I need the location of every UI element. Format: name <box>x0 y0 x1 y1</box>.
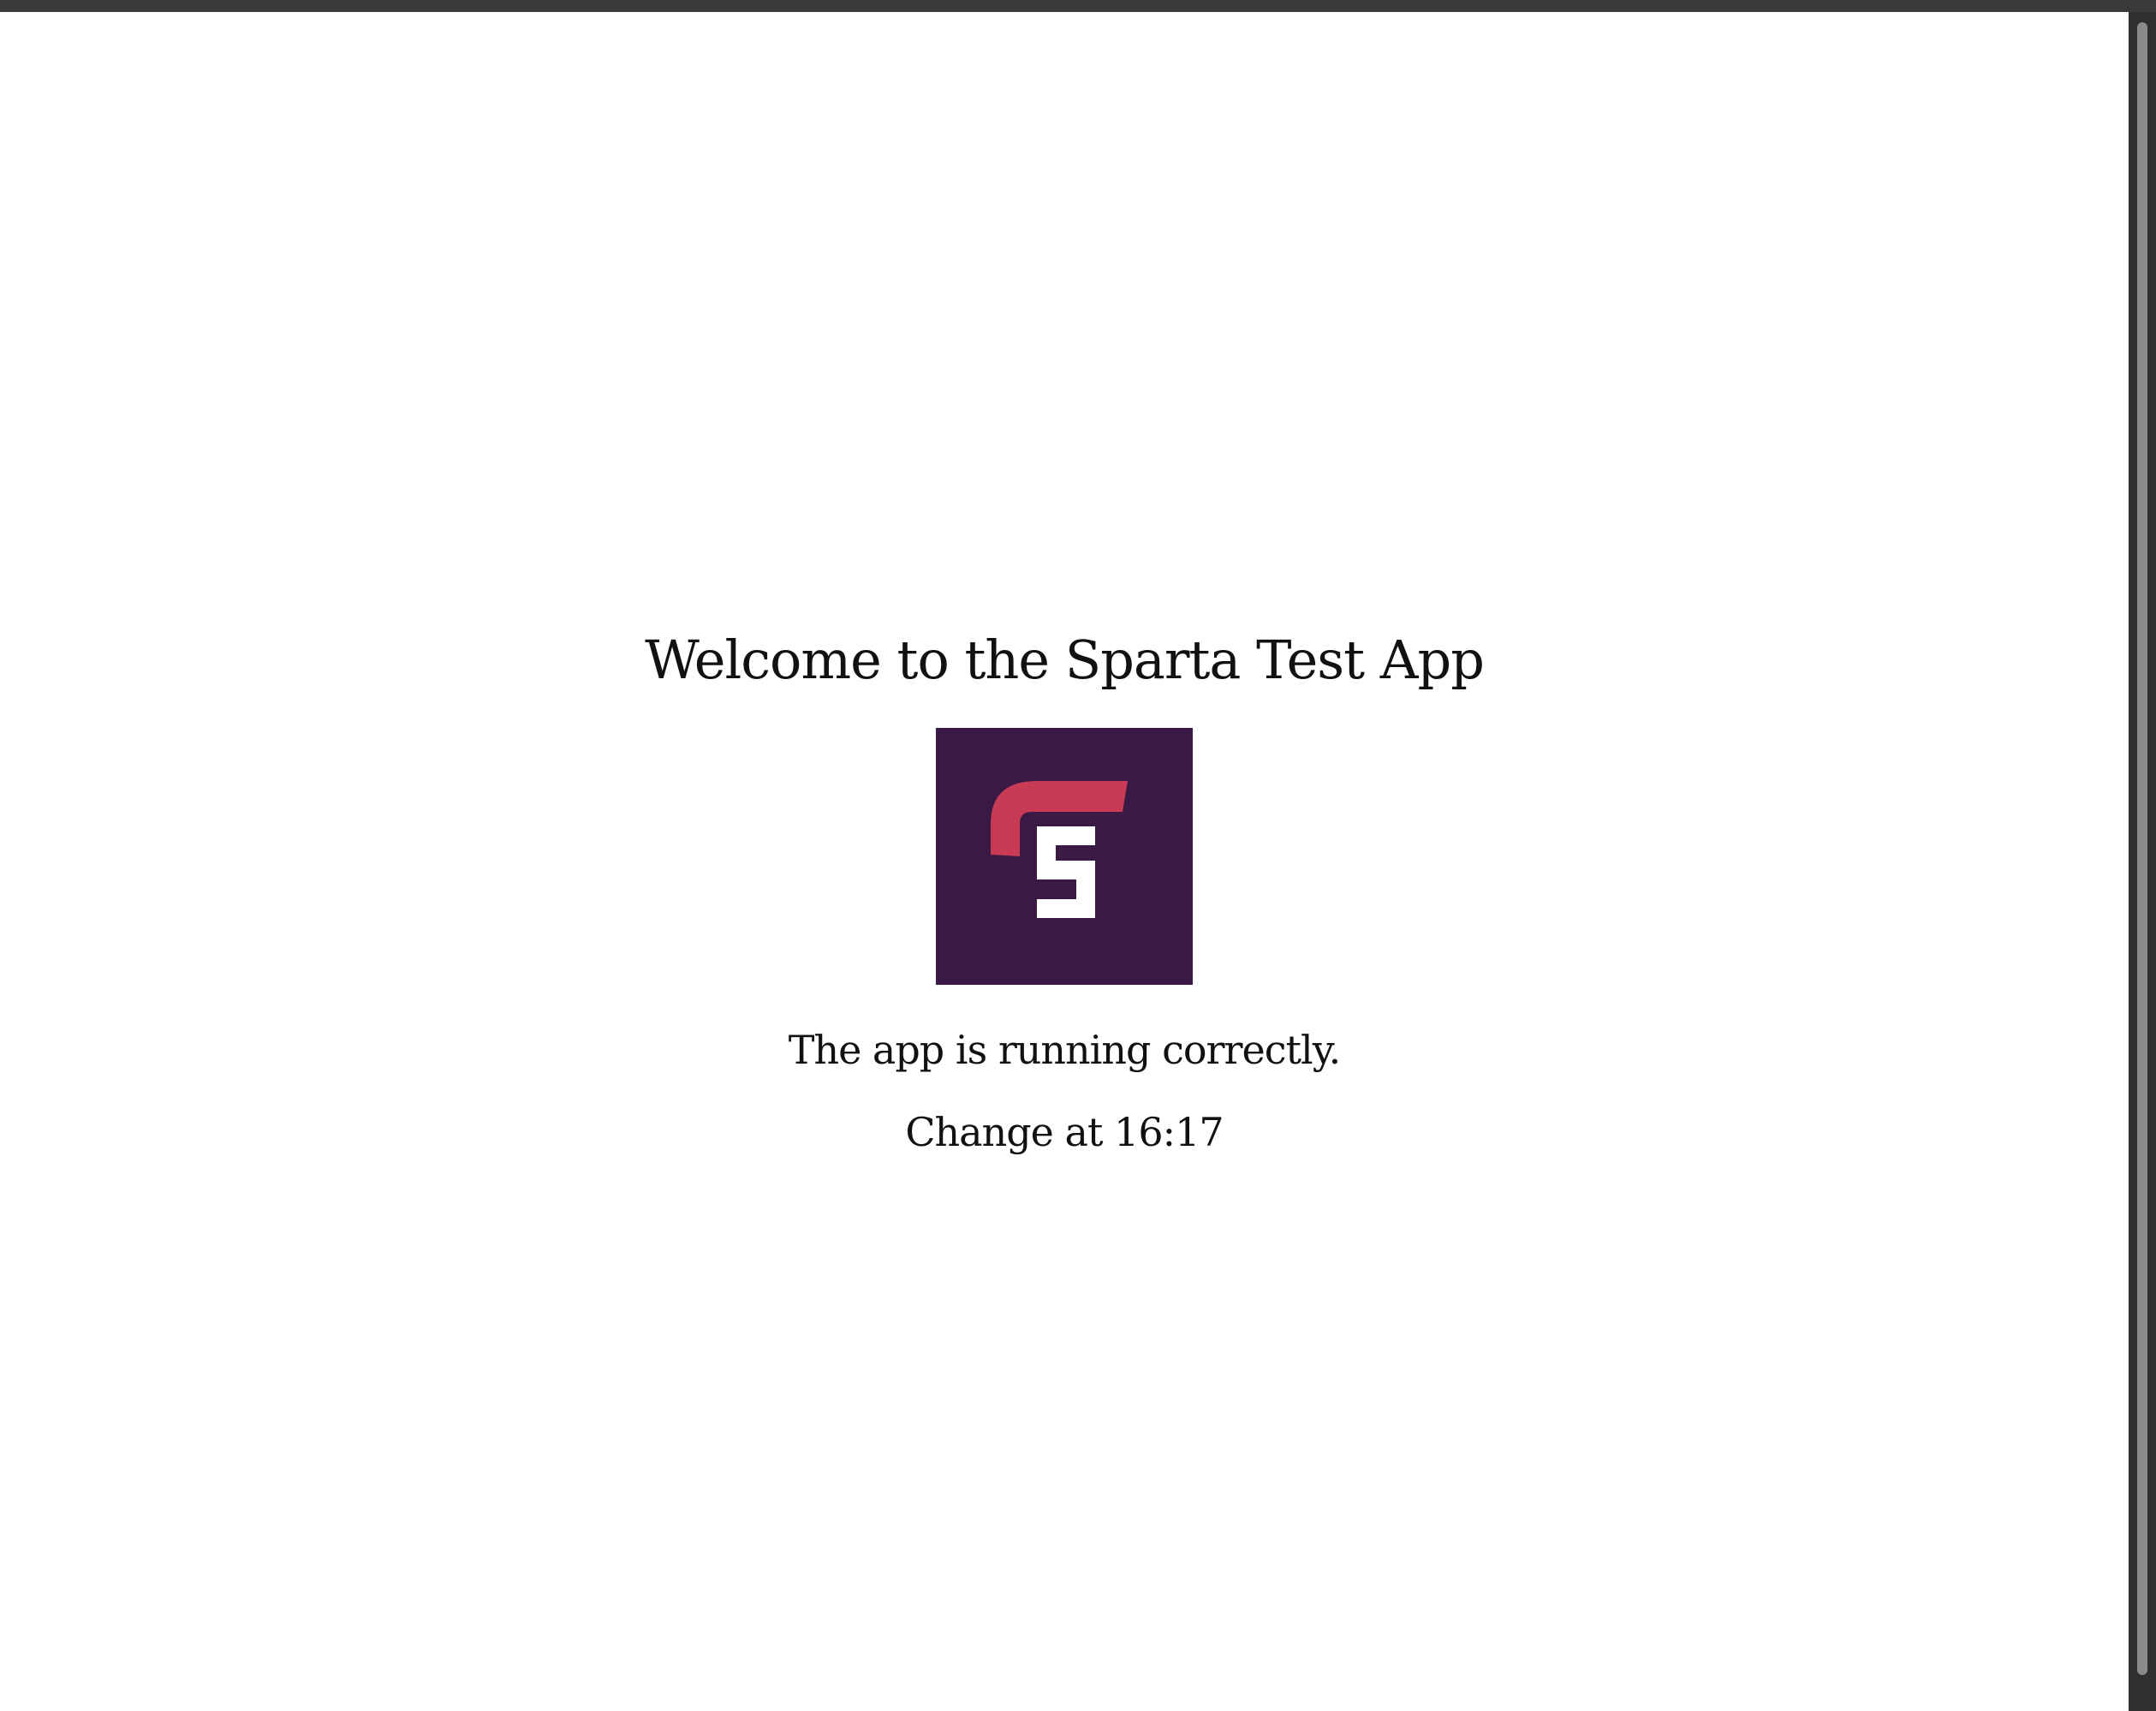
page-content: Welcome to the Sparta Test App The app i… <box>0 12 2129 1711</box>
scrollbar-thumb[interactable] <box>2137 22 2147 1675</box>
status-message: The app is running correctly. <box>788 1027 1341 1073</box>
page-title: Welcome to the Sparta Test App <box>645 629 1485 691</box>
welcome-section: Welcome to the Sparta Test App The app i… <box>0 629 2129 1156</box>
change-timestamp: Change at 16:17 <box>905 1109 1224 1155</box>
vertical-scrollbar[interactable] <box>2129 12 2156 1711</box>
window-top-bar <box>0 0 2156 12</box>
sparta-logo-icon <box>936 728 1193 985</box>
